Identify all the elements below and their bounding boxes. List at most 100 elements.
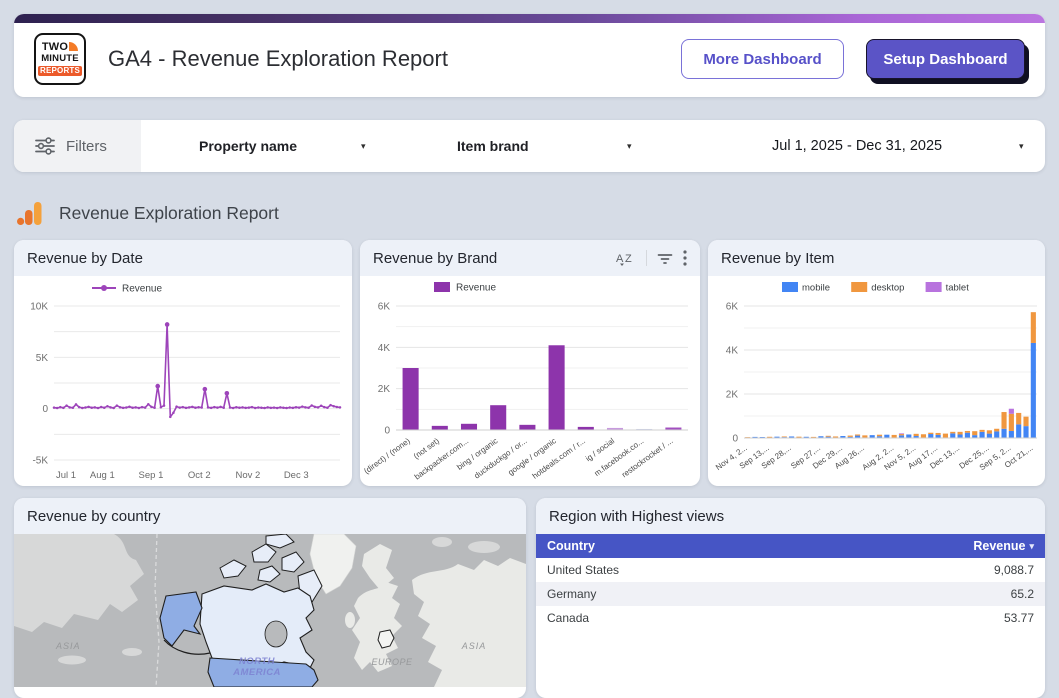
item-brand-caret-icon[interactable]: ▾ [627,120,632,172]
country-cell: Canada [547,611,589,625]
item-bar-desktop[interactable] [1001,412,1006,429]
item-bar-desktop[interactable] [921,434,926,438]
item-brand-dropdown[interactable]: Item brand [457,120,529,172]
item-bar-mobile[interactable] [928,434,933,438]
more-dashboard-button[interactable]: More Dashboard [681,39,844,79]
table-row[interactable]: United States9,088.7 [536,558,1045,582]
revenue-sort-header[interactable]: Revenue ▾ [973,539,1034,553]
item-bar-mobile[interactable] [950,433,955,438]
header-card: TWO MINUTE REPORTS GA4 - Revenue Explora… [14,14,1045,97]
region-highest-views-card: Region with Highest views Country Revenu… [536,498,1045,698]
table-header-row: Country Revenue ▾ [536,534,1045,558]
item-bar-desktop[interactable] [899,434,904,435]
svg-text:2K: 2K [378,384,391,395]
item-bar-desktop[interactable] [877,435,882,437]
revenue-by-date-card: Revenue by Date 10K5K0-5KRevenueJul 1Aug… [14,240,352,486]
item-bar-desktop[interactable] [848,436,853,437]
svg-text:4K: 4K [726,346,739,357]
kebab-menu-icon[interactable] [683,250,687,266]
item-bar-desktop[interactable] [972,431,977,435]
item-bar-desktop[interactable] [943,434,948,438]
date-range-caret-icon[interactable]: ▾ [1019,120,1024,172]
svg-text:0: 0 [732,434,738,445]
table-row[interactable]: Germany65.2 [536,582,1045,606]
country-column-header[interactable]: Country [547,539,595,553]
date-range-picker[interactable]: Jul 1, 2025 - Dec 31, 2025 [772,120,942,172]
brand-bar[interactable] [403,368,419,430]
item-bar-tablet[interactable] [899,433,904,434]
item-bar-desktop[interactable] [914,434,919,436]
item-bar-desktop[interactable] [826,436,831,437]
item-bar-desktop[interactable] [965,431,970,433]
svg-text:0: 0 [384,426,390,437]
item-bar-mobile[interactable] [1016,424,1021,438]
item-bar-mobile[interactable] [965,433,970,438]
svg-text:Z: Z [625,253,632,265]
svg-text:Revenue: Revenue [122,284,162,295]
map-label-europe: EUROPE [371,657,413,667]
revenue-by-brand-chart: 02K4K6KRevenue(direct) / (none)(not set)… [360,276,700,486]
item-bar-desktop[interactable] [936,433,941,435]
svg-text:hotdeals.com / r...: hotdeals.com / r... [531,436,587,480]
brand-bar[interactable] [432,426,448,430]
item-bar-mobile[interactable] [987,434,992,438]
svg-text:tablet: tablet [946,283,970,294]
brand-bar[interactable] [490,405,506,430]
item-bar-mobile[interactable] [979,432,984,438]
property-name-dropdown[interactable]: Property name [199,120,297,172]
toolbar-divider [646,250,647,266]
svg-text:Jul 1: Jul 1 [56,470,76,481]
revenue-by-country-title: Revenue by country [27,508,160,525]
item-bar-mobile[interactable] [994,431,999,438]
brand-bar[interactable] [549,345,565,430]
google-analytics-icon [16,200,43,227]
revenue-by-brand-title: Revenue by Brand [373,250,497,267]
table-row[interactable]: Canada 53.77 [536,606,1045,630]
item-bar-mobile[interactable] [958,434,963,438]
map-label-north-america-1: NORTH [239,656,276,667]
revenue-by-country-card: Revenue by country [14,498,526,698]
filters-toggle[interactable]: Filters [14,120,141,172]
item-bar-mobile[interactable] [1023,426,1028,438]
world-geo-map[interactable]: ASIA ASIA EUROPE NORTH AMERICA [14,534,526,687]
item-bar-desktop[interactable] [979,430,984,432]
item-bar-desktop[interactable] [1016,413,1021,424]
sliders-icon [34,137,56,155]
item-bar-desktop[interactable] [1023,417,1028,426]
item-bar-desktop[interactable] [1031,312,1036,343]
svg-text:5K: 5K [36,353,49,364]
revenue-cell: 53.77 [1004,611,1034,625]
revenue-cell: 65.2 [1011,587,1034,601]
svg-text:6K: 6K [726,302,739,313]
brand-bar[interactable] [461,424,477,430]
item-bar-desktop[interactable] [987,430,992,433]
item-bar-mobile[interactable] [1009,431,1014,438]
item-bar-tablet[interactable] [1009,409,1014,414]
item-bar-desktop[interactable] [950,432,955,434]
property-name-caret-icon[interactable]: ▾ [361,120,366,172]
item-bar-desktop[interactable] [958,432,963,435]
item-bar-desktop[interactable] [1009,414,1014,431]
item-bar-mobile[interactable] [1031,343,1036,438]
item-bar-desktop[interactable] [782,436,787,437]
item-bar-mobile[interactable] [1001,429,1006,438]
sort-az-icon[interactable]: AZ [616,250,636,266]
item-bar-desktop[interactable] [994,429,999,432]
item-bar-desktop[interactable] [855,434,860,435]
svg-text:A: A [616,253,624,265]
logo-line-1: TWO [42,42,68,53]
revenue-by-item-chart: 02K4K6KmobiledesktoptabletNov 4, 2...Sep… [708,276,1045,486]
map-label-asia-right: ASIA [461,641,487,651]
brand-bar[interactable] [519,425,535,430]
svg-text:6K: 6K [378,302,391,313]
setup-dashboard-button[interactable]: Setup Dashboard [866,39,1025,79]
filters-label: Filters [66,138,107,155]
item-bar-desktop[interactable] [928,433,933,434]
svg-text:restockrocket / ...: restockrocket / ... [620,436,675,479]
logo-line-2: MINUTE [41,54,79,64]
logo-wedge-icon [69,42,78,51]
section-title: Revenue Exploration Report [59,203,279,224]
filter-icon[interactable] [657,251,673,265]
svg-text:10K: 10K [30,302,48,313]
item-bar-mobile[interactable] [906,434,911,438]
